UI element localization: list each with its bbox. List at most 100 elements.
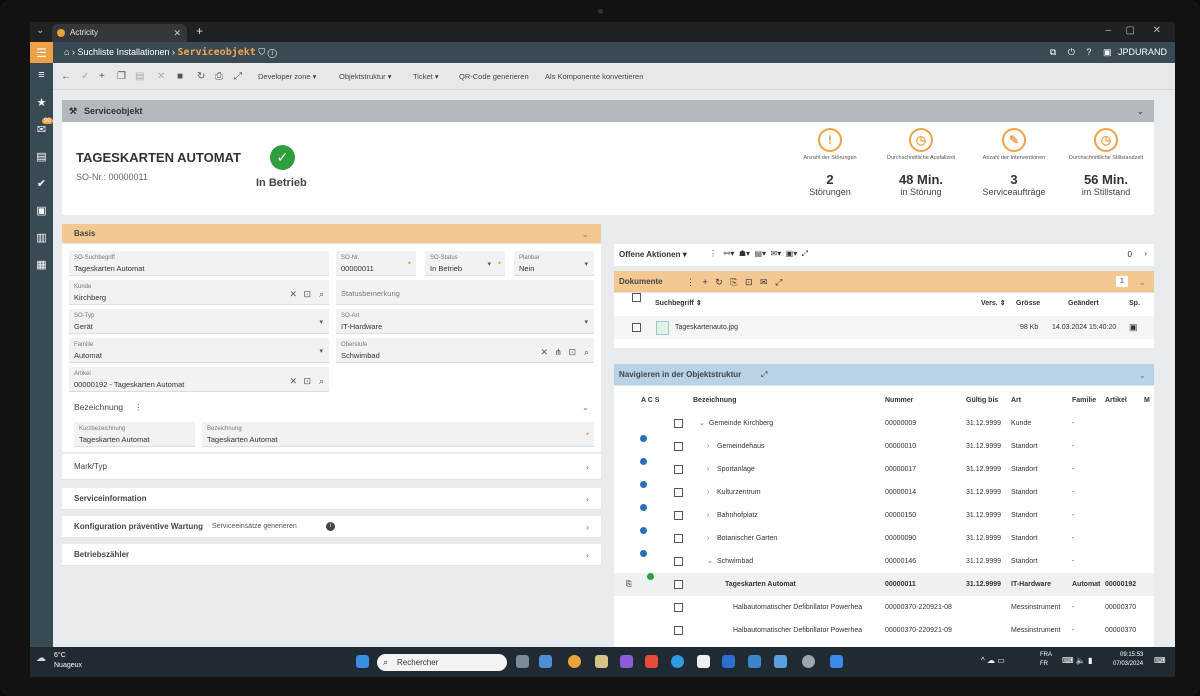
tree-node-name[interactable]: Sportanlage bbox=[717, 458, 755, 481]
col-nummer[interactable]: Nummer bbox=[885, 389, 913, 412]
chrome-icon[interactable] bbox=[568, 655, 581, 668]
col-artikel[interactable]: Artikel bbox=[1105, 389, 1127, 412]
menu-objektstruktur[interactable]: Objektstruktur ▾ bbox=[339, 63, 392, 90]
clear-icon[interactable]: ✕ bbox=[289, 376, 297, 387]
windows-start-icon[interactable] bbox=[356, 655, 369, 668]
bezeichnung-group-header[interactable]: Bezeichnung ⋮ ⌄ bbox=[62, 396, 601, 418]
tree-row[interactable]: Halbautomatischer Defibrillator Powerhea… bbox=[614, 596, 1154, 619]
col-m[interactable]: M bbox=[1144, 389, 1150, 412]
tree-node-name[interactable]: Halbautomatischer Defibrillator Powerhea bbox=[733, 619, 862, 642]
tree-expand-icon[interactable]: › bbox=[707, 435, 709, 458]
row-checkbox[interactable] bbox=[674, 511, 683, 520]
so-typ-select[interactable]: SO-Typ Gerät ▾ bbox=[69, 309, 329, 334]
search-icon[interactable]: ⌕ bbox=[319, 376, 324, 387]
dokumente-header[interactable]: Dokumente ⋮ + ↻ ⎘ ⊡ ✉ ⤢ 1 ⌄ bbox=[614, 271, 1154, 293]
contact-icon[interactable]: ▣ bbox=[30, 204, 53, 217]
lang-2[interactable]: FR bbox=[1040, 661, 1048, 667]
browser-tab[interactable]: Actricity ✕ bbox=[52, 24, 187, 42]
taskbar-search[interactable]: ⌕ Rechercher bbox=[377, 654, 507, 671]
username[interactable]: JPDURAND bbox=[1118, 47, 1167, 57]
close-icon[interactable]: ✕ bbox=[173, 24, 181, 42]
tree-row[interactable]: › Sportanlage 00000017 31.12.9999 Standort - bbox=[614, 458, 1154, 481]
planbar-select[interactable]: Planbar Nein ▾ bbox=[514, 251, 594, 276]
tree-row[interactable]: › Bahnhofplatz 00000150 31.12.9999 Standort - bbox=[614, 504, 1154, 527]
chevron-right-icon[interactable]: › bbox=[586, 516, 589, 538]
row-checkbox[interactable] bbox=[674, 580, 683, 589]
col-geaendert[interactable]: Geändert bbox=[1068, 293, 1099, 315]
settings-icon[interactable] bbox=[802, 655, 815, 668]
bezeichnung-field[interactable]: Bezeichnung Tageskarten Automat • bbox=[202, 422, 594, 447]
serviceobjekt-header[interactable]: ⚒ Serviceobjekt ⌄ bbox=[62, 100, 1154, 122]
kurzbezeichnung-field[interactable]: Kurzbezeichnung Tageskarten Automat bbox=[74, 422, 195, 447]
row-checkbox[interactable] bbox=[632, 323, 641, 332]
inbox-icon[interactable]: ✉ bbox=[30, 123, 53, 136]
oberstufe-field[interactable]: Oberstufe Schwimbad ✕ ⋔ ⊡ ⌕ bbox=[336, 338, 594, 363]
app-icon[interactable] bbox=[539, 655, 552, 668]
betriebszaehler-section[interactable]: Betriebszähler › bbox=[62, 544, 601, 566]
marktyp-section[interactable]: Mark/Typ › bbox=[62, 454, 601, 480]
word-icon[interactable] bbox=[722, 655, 735, 668]
tree-row[interactable]: › Gemeindehaus 00000010 31.12.9999 Standort - bbox=[614, 435, 1154, 458]
open-record-icon[interactable]: ⊡ bbox=[303, 376, 311, 387]
chevron-right-icon[interactable]: › bbox=[586, 544, 589, 566]
chevron-right-icon[interactable]: › bbox=[1144, 249, 1147, 258]
serviceinformation-section[interactable]: Serviceinformation › bbox=[62, 488, 601, 510]
row-checkbox[interactable] bbox=[674, 534, 683, 543]
chevron-down-icon[interactable]: ⌄ bbox=[1136, 100, 1144, 122]
tree-node-name[interactable]: Botanischer Garten bbox=[717, 527, 777, 550]
tree-node-name[interactable]: Gemeinde Kirchberg bbox=[709, 412, 773, 435]
dropdown-icon[interactable]: ▾ bbox=[487, 260, 491, 268]
offene-aktionen-menu[interactable]: Offene Aktionen ▾ bbox=[619, 250, 687, 259]
row-checkbox[interactable] bbox=[674, 419, 683, 428]
weather-desc[interactable]: Nuageux bbox=[54, 662, 82, 669]
document-name[interactable]: Tageskartenauto.jpg bbox=[675, 316, 738, 339]
user-icon[interactable]: ▣ bbox=[1103, 47, 1112, 57]
clock-time[interactable]: 09:15:53 bbox=[1120, 652, 1143, 658]
expand-icon[interactable]: ⤢ bbox=[234, 63, 242, 90]
tree-expand-icon[interactable]: › bbox=[707, 458, 709, 481]
row-checkbox[interactable] bbox=[674, 465, 683, 474]
cancel-icon[interactable]: ✕ bbox=[157, 63, 165, 90]
edge-icon[interactable] bbox=[671, 655, 684, 668]
clock-date[interactable]: 07/03/2024 bbox=[1113, 661, 1143, 667]
tree-node-name[interactable]: Schwimbad bbox=[717, 550, 753, 573]
kpi-stillstand[interactable]: ◷ Durchschnittliche Stillstandzeit 56 Mi… bbox=[1060, 128, 1152, 197]
familie-select[interactable]: Familie Automat ▾ bbox=[69, 338, 329, 363]
col-vers[interactable]: Vers. ⇕ bbox=[981, 293, 1006, 315]
attachment-icon[interactable]: ⎘ bbox=[626, 573, 632, 596]
app-icon[interactable] bbox=[830, 655, 843, 668]
qr-code-link[interactable]: QR-Code generieren bbox=[459, 63, 529, 90]
dropdown-icon[interactable]: ▾ bbox=[584, 318, 588, 326]
add-icon[interactable]: + bbox=[99, 63, 105, 90]
app-icon[interactable] bbox=[774, 655, 787, 668]
tree-node-name[interactable]: Kulturzentrum bbox=[717, 481, 761, 504]
more-vert-icon[interactable]: ⋮ bbox=[134, 396, 143, 418]
tree-node-name[interactable]: Gemeindehaus bbox=[717, 435, 764, 458]
select-all-checkbox[interactable] bbox=[632, 293, 641, 302]
tree-row[interactable]: ⎘ Tageskarten Automat 00000011 31.12.9999 IT… bbox=[614, 573, 1154, 596]
dokumente-toolbar-icons[interactable]: ⋮ + ↻ ⎘ ⊡ ✉ ⤢ bbox=[686, 271, 782, 293]
back-icon[interactable]: ← bbox=[61, 63, 71, 90]
col-gueltig-bis[interactable]: Gültig bis bbox=[966, 389, 998, 412]
tray-icons[interactable]: ^ ☁ ▭ bbox=[981, 656, 1005, 665]
basis-header[interactable]: Basis ⌄ bbox=[62, 224, 601, 244]
calendar-icon[interactable]: ▤ bbox=[30, 150, 53, 163]
objektstruktur-header[interactable]: Navigieren in der Objektstruktur ⤢ ⌄ bbox=[614, 364, 1154, 386]
star-icon[interactable]: ★ bbox=[30, 96, 53, 109]
kpi-ausfallzeit[interactable]: ◷ Durchschnittliche Ausfallzeit 48 Min. … bbox=[875, 128, 967, 197]
tree-node-name[interactable]: Halbautomatischer Defibrillator Powerhea bbox=[733, 596, 862, 619]
folder-icon[interactable] bbox=[620, 655, 633, 668]
col-sp[interactable]: Sp. bbox=[1129, 293, 1140, 315]
grid-icon[interactable]: ▦ bbox=[30, 258, 53, 271]
dropdown-icon[interactable]: ▾ bbox=[584, 260, 588, 268]
actions-icons[interactable]: ⋮ ⚯▾ ☗▾ ▤▾ ✉▾ ▣▾ ⤢ bbox=[709, 249, 808, 259]
menu-developer-zone[interactable]: Developer zone ▾ bbox=[258, 63, 316, 90]
chevron-right-icon[interactable]: › bbox=[586, 454, 589, 480]
kunde-field[interactable]: Kunde Kirchberg ✕ ⊡ ⌕ bbox=[69, 280, 329, 305]
app-icon[interactable] bbox=[697, 655, 710, 668]
refresh-icon[interactable]: ↻ bbox=[197, 63, 205, 90]
col-bezeichnung[interactable]: Bezeichnung bbox=[693, 389, 737, 412]
row-checkbox[interactable] bbox=[674, 626, 683, 635]
chevron-down-icon[interactable]: ⌄ bbox=[582, 396, 589, 418]
weather-cloud-icon[interactable]: ☁ bbox=[36, 653, 46, 664]
